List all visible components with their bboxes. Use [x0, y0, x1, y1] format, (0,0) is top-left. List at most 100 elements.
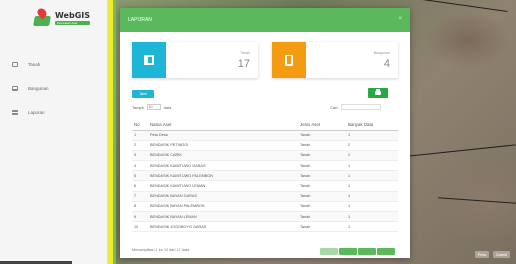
logo-title: WebGIS — [55, 11, 90, 20]
table-row[interactable]: 8 BENDASIK BAYAN PALEMBON Tanah 1 — [132, 201, 398, 213]
cell-count: 1 — [346, 180, 398, 192]
table-row[interactable]: 6 BENDASIK KAMITUWO LEMAN Tanah 1 — [132, 180, 398, 192]
building-icon — [12, 85, 18, 91]
sidebar-nav: Tanah Bangunan Laporan — [0, 52, 108, 124]
column-header-count[interactable]: Banyak Data — [346, 120, 398, 131]
cell-no: 10 — [132, 221, 148, 233]
modal-title: LAPORAN — [128, 17, 152, 23]
map-icon — [132, 42, 166, 78]
show-entries: Tampil 10 data — [132, 104, 171, 110]
table-row[interactable]: 4 BENDASIK KAMITUWO GARAS Tanah 1 — [132, 160, 398, 172]
cell-type: Tanah — [298, 180, 346, 192]
cell-name: BENDASIK JOGOBOYO GARAS — [148, 221, 298, 233]
entries-select[interactable]: 10 — [146, 104, 161, 110]
sidebar-item-bangunan[interactable]: Bangunan — [0, 76, 108, 100]
cell-name: BENDASIK KAMITUWO GARAS — [148, 160, 298, 172]
table-row[interactable]: 5 BENDASIK KAMITUWO PALEMBON Tanah 1 — [132, 170, 398, 182]
logo-icon — [32, 6, 52, 28]
building-icon — [272, 42, 306, 78]
pagination-page-button[interactable] — [339, 248, 357, 255]
table-row[interactable]: 1 Peta Desa Tanah 1 — [132, 130, 398, 141]
pagination-previous-button[interactable] — [320, 248, 338, 255]
search-box: Cari: — [330, 104, 382, 110]
cell-no: 9 — [132, 211, 148, 223]
sidebar-item-tanah[interactable]: Tanah — [0, 52, 108, 76]
cell-count: 1 — [346, 130, 398, 141]
pagination-page-button[interactable] — [358, 248, 376, 255]
map-attribution: Peta Satelit — [474, 251, 510, 258]
show-entries-suffix: data — [163, 104, 172, 110]
cell-type: Tanah — [298, 130, 346, 141]
cell-no: 6 — [132, 180, 148, 192]
cell-type: Tanah — [298, 150, 346, 162]
cell-type: Tanah — [298, 221, 346, 233]
cell-no: 2 — [132, 140, 148, 151]
pagination-next-button[interactable] — [377, 248, 395, 255]
cell-name: BENDASIK BAYAN LEMAN — [148, 211, 298, 223]
table-row[interactable]: 2 BENDASIK PETINGGI Tanah 2 — [132, 140, 398, 151]
cell-type: Tanah — [298, 201, 346, 213]
cell-count: 1 — [346, 191, 398, 202]
table-row[interactable]: 9 BENDASIK BAYAN LEMAN Tanah 1 — [132, 211, 398, 223]
stat-card-tanah: Tanah 17 — [132, 42, 258, 78]
stat-card-bangunan: Bangunan 4 — [272, 42, 398, 78]
cell-no: 5 — [132, 170, 148, 182]
cell-name: BENDASIK PETINGGI — [148, 140, 298, 151]
report-modal: LAPORAN × Tanah 17 Bangunan 4 Tabel Tamp… — [120, 8, 410, 258]
column-header-name[interactable]: Nama Aset — [148, 120, 298, 131]
cell-name: BENDASIK KAMITUWO PALEMBON — [148, 170, 298, 182]
cell-type: Tanah — [298, 211, 346, 223]
cell-no: 4 — [132, 160, 148, 172]
cell-count: 2 — [346, 150, 398, 162]
search-label: Cari: — [330, 104, 339, 110]
table-header-row: No Nama Aset Jenis Aset Banyak Data — [132, 120, 398, 131]
modal-header: LAPORAN × — [120, 8, 410, 32]
cell-no: 8 — [132, 201, 148, 213]
show-entries-prefix: Tampil — [132, 104, 144, 110]
close-icon[interactable]: × — [398, 16, 402, 22]
sidebar-item-laporan[interactable]: Laporan — [0, 100, 108, 124]
cell-type: Tanah — [298, 191, 346, 202]
table-info: Menampilkan 1 ke 10 dari 17 data — [132, 248, 190, 252]
cell-count: 1 — [346, 160, 398, 172]
stat-card-value: 17 — [237, 58, 250, 70]
cell-type: Tanah — [298, 170, 346, 182]
cell-type: Tanah — [298, 140, 346, 151]
sidebar-item-label: Bangunan — [28, 85, 49, 91]
stat-card-label: Bangunan — [373, 51, 390, 55]
app-logo[interactable]: WebGIS Pemetaan Aset — [32, 6, 92, 30]
cell-count: 2 — [346, 140, 398, 151]
sidebar: WebGIS Pemetaan Aset Tanah Bangunan Lapo… — [0, 0, 108, 264]
cell-no: 1 — [132, 130, 148, 141]
stat-card-label: Tanah — [240, 51, 250, 55]
map-attribution-item[interactable]: Satelit — [492, 251, 510, 258]
column-header-type[interactable]: Jenis Aset — [298, 120, 346, 131]
cell-count: 1 — [346, 170, 398, 182]
table-row[interactable]: 3 BENDASIK CARIK Tanah 2 — [132, 150, 398, 162]
cell-no: 7 — [132, 191, 148, 202]
column-header-no[interactable]: No — [132, 120, 148, 131]
map-road-line — [408, 144, 516, 157]
table-row[interactable]: 10 BENDASIK JOGOBOYO GARAS Tanah 1 — [132, 221, 398, 233]
map-attribution-item[interactable]: Peta — [474, 251, 489, 258]
cell-count: 1 — [346, 211, 398, 223]
report-table: No Nama Aset Jenis Aset Banyak Data 1 Pet… — [132, 120, 398, 233]
printer-icon — [375, 89, 381, 95]
cell-count: 1 — [346, 201, 398, 213]
cell-name: BENDASIK CARIK — [148, 150, 298, 162]
stat-card-value: 4 — [383, 58, 390, 70]
report-icon — [12, 109, 18, 115]
map-icon — [12, 61, 18, 67]
cell-no: 3 — [132, 150, 148, 162]
table-button[interactable]: Tabel — [132, 90, 154, 98]
cell-name: BENDASIK BAYAN PALEMBON — [148, 201, 298, 213]
map-road-line — [408, 0, 508, 12]
cell-name: BENDASIK KAMITUWO LEMAN — [148, 180, 298, 192]
table-row[interactable]: 7 BENDASIK BAYAN GARAS Tanah 1 — [132, 191, 398, 202]
cell-type: Tanah — [298, 160, 346, 172]
logo-subtitle: Pemetaan Aset — [55, 21, 90, 25]
sidebar-item-label: Tanah — [28, 61, 41, 67]
search-input[interactable] — [341, 104, 382, 110]
print-button[interactable] — [368, 88, 388, 98]
sidebar-item-label: Laporan — [28, 109, 45, 115]
